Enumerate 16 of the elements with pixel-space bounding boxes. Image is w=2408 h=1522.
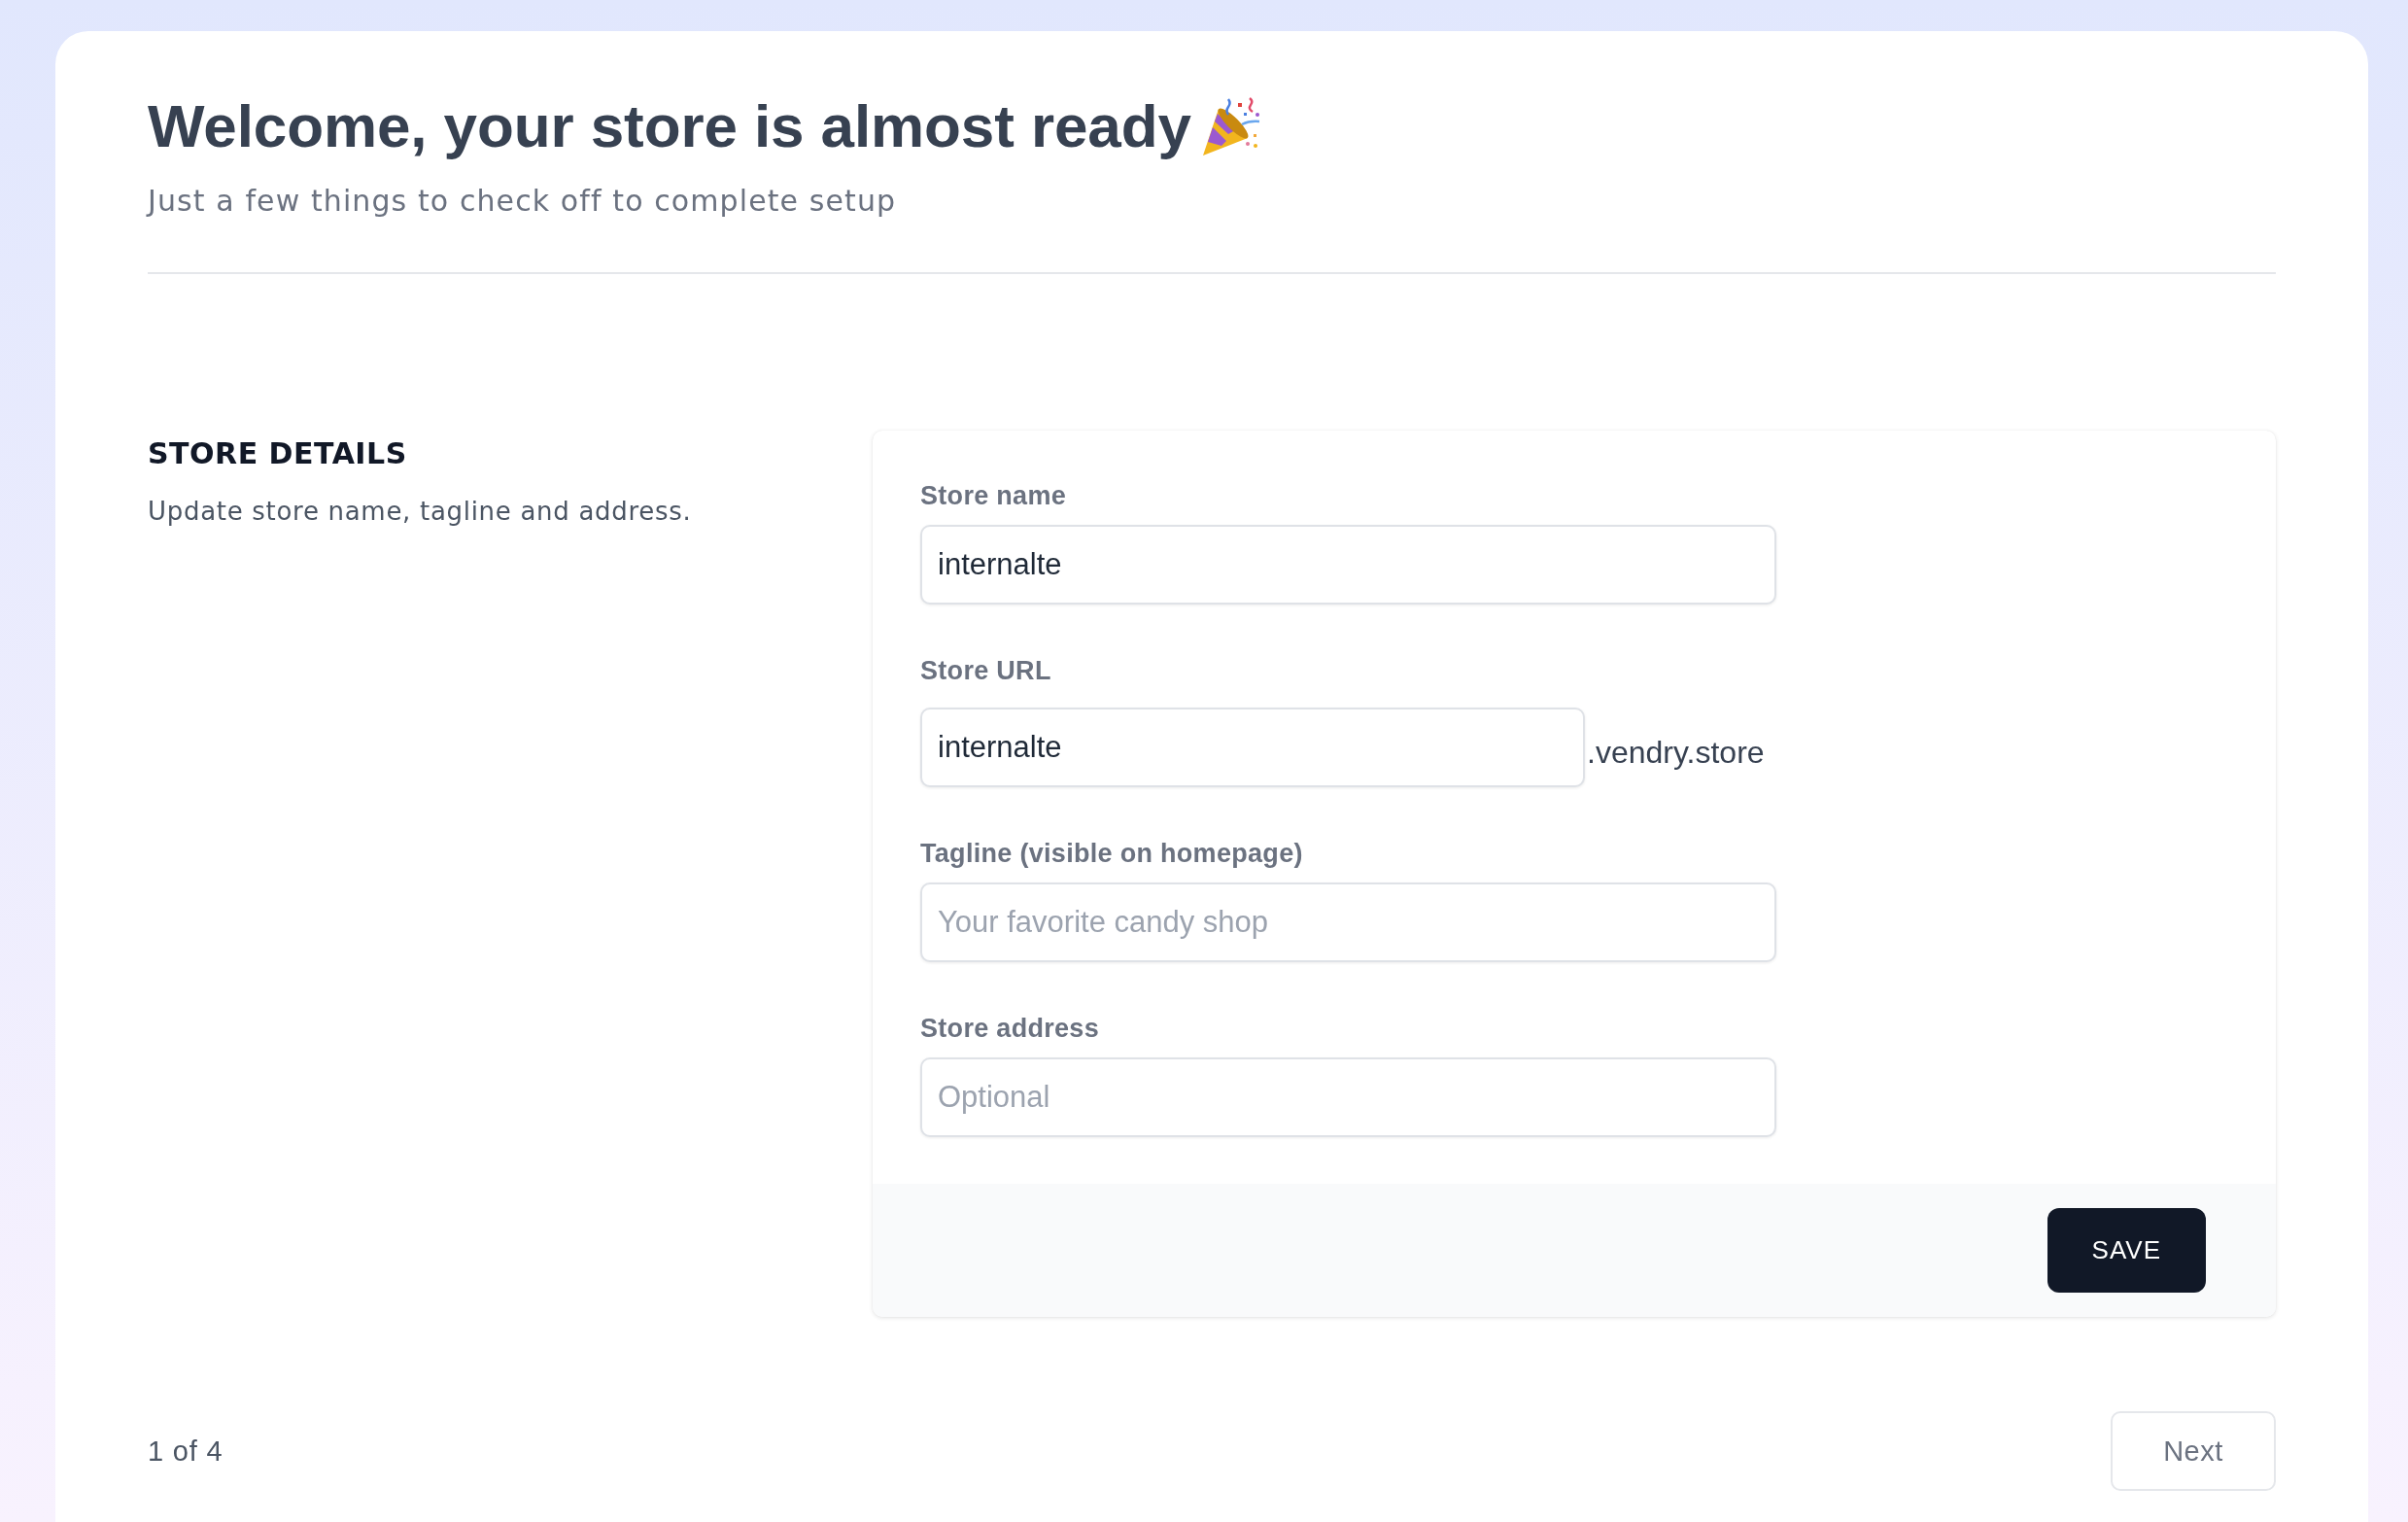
url-suffix: .vendry.store [1587,735,1765,770]
input-field[interactable]: internalte [920,708,1585,787]
section-heading: STORE DETAILS [148,436,407,471]
page-title: Welcome, your store is almost ready [148,91,1191,161]
input-field[interactable]: Optional [920,1057,1776,1137]
input-field[interactable]: internalte [920,525,1776,605]
step-counter: 1 of 4 [148,1435,224,1469]
field-label: Store URL [920,655,1051,687]
save-button[interactable]: SAVE [2047,1208,2206,1293]
page-subtitle: Just a few things to check off to complete setup [148,183,897,220]
next-button[interactable]: Next [2111,1411,2276,1491]
field-label: Tagline (visible on homepage) [920,838,1303,870]
section-description: Update store name, tagline and address. [148,496,692,528]
field-label: Store name [920,480,1067,512]
input-field[interactable]: Your favorite candy shop [920,882,1776,962]
field-label: Store address [920,1013,1099,1045]
